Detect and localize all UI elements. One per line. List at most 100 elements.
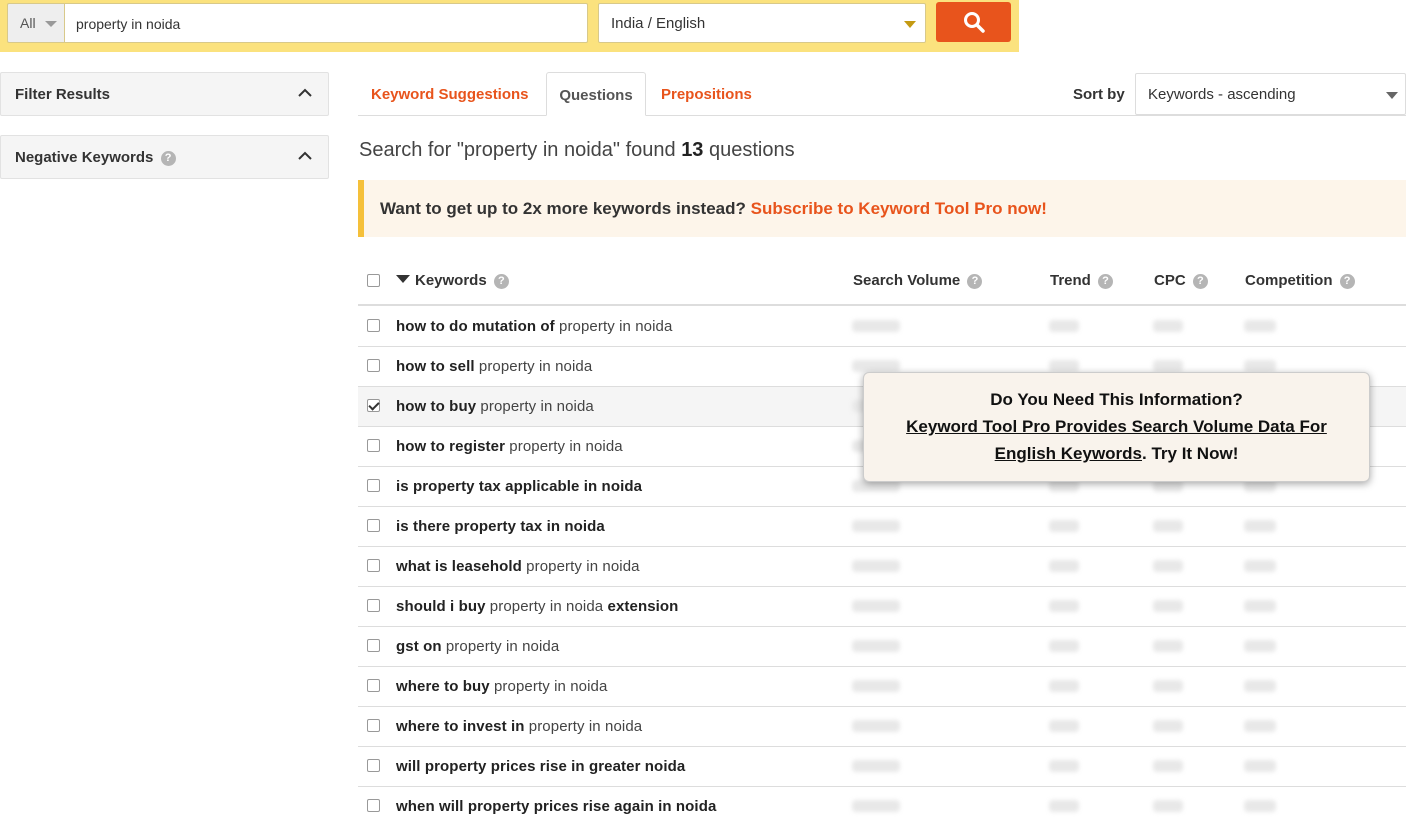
keyword-text: when will property prices rise again in … (396, 798, 717, 815)
keyword-text: how to register property in noida (396, 438, 623, 455)
column-trend[interactable]: Trend ? (1050, 272, 1114, 289)
keyword-text: should i buy property in noida extension (396, 598, 679, 615)
competition-cell (1244, 360, 1276, 372)
competition-cell (1244, 800, 1276, 812)
cpc-cell (1153, 560, 1183, 572)
search-bar: All property in noida India / English (0, 0, 1019, 52)
subscribe-link[interactable]: Subscribe to Keyword Tool Pro now! (751, 199, 1047, 218)
search-volume-cell (852, 640, 900, 652)
popup-title: Do You Need This Information? (990, 390, 1243, 409)
tab-keyword-suggestions[interactable]: Keyword Suggestions (371, 72, 529, 116)
scope-dropdown[interactable]: All (7, 3, 65, 43)
trend-cell (1049, 800, 1079, 812)
search-volume-cell (852, 720, 900, 732)
result-count: 13 (681, 139, 704, 161)
column-cpc[interactable]: CPC ? (1154, 272, 1208, 289)
trend-cell (1049, 680, 1079, 692)
row-checkbox[interactable] (367, 319, 380, 332)
tab-questions[interactable]: Questions (546, 72, 646, 116)
popup-link[interactable]: Keyword Tool Pro Provides Search Volume … (906, 417, 1327, 463)
search-volume-cell (852, 680, 900, 692)
table-row[interactable]: where to buy property in noida (358, 667, 1406, 707)
column-search-volume[interactable]: Search Volume ? (853, 272, 983, 289)
cpc-cell (1153, 680, 1183, 692)
scope-label: All (20, 15, 36, 31)
search-volume-cell (852, 520, 900, 532)
help-icon[interactable]: ? (967, 274, 983, 289)
row-checkbox[interactable] (367, 519, 380, 532)
chevron-down-icon (45, 21, 57, 27)
cpc-cell (1153, 760, 1183, 772)
table-row[interactable]: should i buy property in noida extension (358, 587, 1406, 627)
search-volume-cell (852, 760, 900, 772)
search-volume-cell (852, 320, 900, 332)
help-icon[interactable]: ? (1339, 274, 1355, 289)
sort-label: Sort by (1073, 86, 1125, 103)
keyword-text: what is leasehold property in noida (396, 558, 640, 575)
upgrade-banner: Want to get up to 2x more keywords inste… (358, 180, 1406, 237)
promo-text: Want to get up to 2x more keywords inste… (380, 199, 746, 218)
table-row[interactable]: is there property tax in noida (358, 507, 1406, 547)
row-checkbox[interactable] (367, 439, 380, 452)
tab-prepositions[interactable]: Prepositions (661, 72, 752, 116)
popup-suffix: . Try It Now! (1142, 444, 1239, 463)
table-row[interactable]: how to do mutation of property in noida (358, 307, 1406, 347)
help-icon[interactable]: ? (1098, 274, 1114, 289)
cpc-cell (1153, 800, 1183, 812)
table-row[interactable]: when will property prices rise again in … (358, 787, 1406, 819)
select-all-checkbox[interactable] (367, 274, 380, 287)
result-summary: Search for "property in noida" found 13 … (359, 139, 795, 162)
row-checkbox[interactable] (367, 559, 380, 572)
row-checkbox[interactable] (367, 639, 380, 652)
competition-cell (1244, 680, 1276, 692)
cpc-cell (1153, 320, 1183, 332)
sort-dropdown[interactable]: Keywords - ascending (1135, 73, 1406, 115)
keyword-text: how to sell property in noida (396, 358, 593, 375)
keyword-text: is there property tax in noida (396, 518, 605, 535)
row-checkbox[interactable] (367, 759, 380, 772)
sort-desc-icon (396, 275, 410, 283)
row-checkbox[interactable] (367, 799, 380, 812)
chevron-down-icon (904, 21, 916, 28)
sort-value: Keywords - ascending (1148, 86, 1296, 103)
search-input[interactable]: property in noida (64, 3, 588, 43)
row-checkbox[interactable] (367, 479, 380, 492)
table-row[interactable]: where to invest in property in noida (358, 707, 1406, 747)
locale-dropdown[interactable]: India / English (598, 3, 926, 43)
row-checkbox[interactable] (367, 399, 380, 412)
competition-cell (1244, 560, 1276, 572)
locale-label: India / English (611, 15, 706, 32)
trend-cell (1049, 600, 1079, 612)
filter-results-panel[interactable]: Filter Results (0, 72, 329, 116)
row-checkbox[interactable] (367, 719, 380, 732)
keyword-text: gst on property in noida (396, 638, 560, 655)
search-volume-cell (852, 360, 900, 372)
column-competition[interactable]: Competition ? (1245, 272, 1355, 289)
cpc-cell (1153, 520, 1183, 532)
result-suffix: questions (709, 139, 795, 161)
keyword-text: how to buy property in noida (396, 398, 594, 415)
cpc-cell (1153, 360, 1183, 372)
cpc-cell (1153, 600, 1183, 612)
cpc-cell (1153, 640, 1183, 652)
column-keywords[interactable]: Keywords ? (396, 272, 509, 289)
search-button[interactable] (936, 2, 1011, 42)
search-volume-cell (852, 600, 900, 612)
row-checkbox[interactable] (367, 359, 380, 372)
negative-keywords-label: Negative Keywords (15, 149, 154, 166)
keyword-text: is property tax applicable in noida (396, 478, 643, 495)
help-icon[interactable]: ? (493, 274, 509, 289)
help-icon[interactable]: ? (1192, 274, 1208, 289)
competition-cell (1244, 720, 1276, 732)
table-row[interactable]: gst on property in noida (358, 627, 1406, 667)
keyword-text: how to do mutation of property in noida (396, 318, 673, 335)
negative-keywords-panel[interactable]: Negative Keywords ? (0, 135, 329, 179)
row-checkbox[interactable] (367, 599, 380, 612)
table-row[interactable]: what is leasehold property in noida (358, 547, 1406, 587)
trend-cell (1049, 640, 1079, 652)
row-checkbox[interactable] (367, 679, 380, 692)
help-icon[interactable]: ? (160, 151, 176, 166)
table-row[interactable]: will property prices rise in greater noi… (358, 747, 1406, 787)
competition-cell (1244, 320, 1276, 332)
search-volume-cell (852, 560, 900, 572)
